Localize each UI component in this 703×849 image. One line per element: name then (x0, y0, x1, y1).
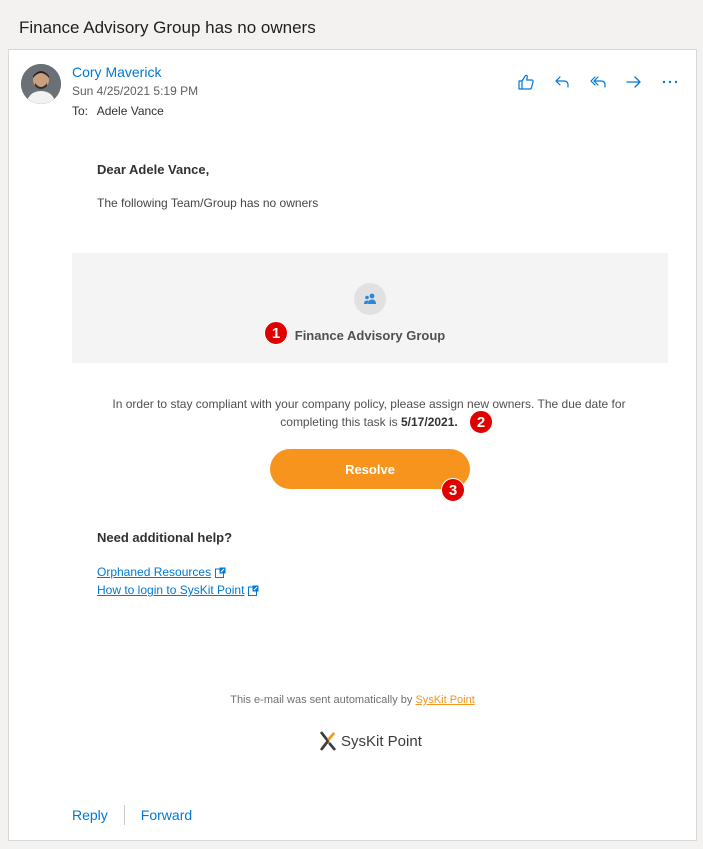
email-subject: Finance Advisory Group has no owners (19, 18, 316, 37)
reply-icon (555, 76, 569, 88)
link-label: Orphaned Resources (97, 565, 212, 579)
external-link-icon (248, 585, 259, 596)
footer-text: This e-mail was sent automatically by (230, 694, 413, 706)
reply-all-icon (590, 76, 606, 88)
greeting: Dear Adele Vance, (97, 162, 210, 177)
divider (123, 805, 125, 825)
group-icon-circle (354, 283, 386, 315)
recipient-name[interactable]: Adele Vance (97, 104, 164, 118)
syskit-point-link[interactable]: SysKit Point (415, 694, 474, 706)
forward-icon (626, 76, 641, 88)
reply-all-button[interactable] (586, 70, 610, 94)
forward-button-bottom[interactable]: Forward (141, 807, 192, 823)
syskit-logo-icon (320, 731, 336, 751)
resolve-button[interactable]: Resolve (270, 449, 470, 489)
message-actions (514, 70, 682, 94)
due-date: 5/17/2021. (401, 415, 458, 429)
callout-badge-1: 1 (264, 321, 288, 345)
logo-text: SysKit Point (341, 732, 422, 750)
group-name: Finance Advisory Group (294, 328, 446, 343)
external-link-icon (215, 567, 226, 578)
login-help-link[interactable]: How to login to SysKit Point (97, 583, 259, 597)
link-label: How to login to SysKit Point (97, 583, 245, 597)
callout-badge-2: 2 (469, 410, 493, 434)
like-icon (518, 74, 534, 90)
avatar[interactable] (21, 64, 61, 104)
callout-badge-3: 3 (441, 478, 465, 502)
policy-text: In order to stay compliant with your com… (89, 395, 649, 431)
orphaned-resources-link[interactable]: Orphaned Resources (97, 565, 226, 579)
like-button[interactable] (514, 70, 538, 94)
reply-button[interactable] (550, 70, 574, 94)
email-reading-pane: Cory Maverick Sun 4/25/2021 5:19 PM To: … (8, 49, 697, 841)
recipient-line: To: Adele Vance (72, 104, 164, 118)
intro-text: The following Team/Group has no owners (97, 196, 319, 210)
sent-date: Sun 4/25/2021 5:19 PM (72, 84, 199, 98)
footer-note: This e-mail was sent automatically by Sy… (9, 694, 696, 706)
reply-bar: Reply Forward (72, 805, 192, 825)
sender-name[interactable]: Cory Maverick (72, 64, 161, 80)
syskit-logo: SysKit Point (319, 730, 422, 752)
policy-message: In order to stay compliant with your com… (112, 397, 626, 429)
more-actions-button[interactable] (658, 70, 682, 94)
people-icon (364, 293, 376, 304)
more-icon (662, 80, 678, 84)
forward-button[interactable] (622, 70, 646, 94)
to-label: To: (72, 104, 89, 118)
help-title: Need additional help? (97, 530, 233, 545)
reply-button-bottom[interactable]: Reply (72, 807, 108, 823)
group-card: Finance Advisory Group (72, 253, 668, 363)
